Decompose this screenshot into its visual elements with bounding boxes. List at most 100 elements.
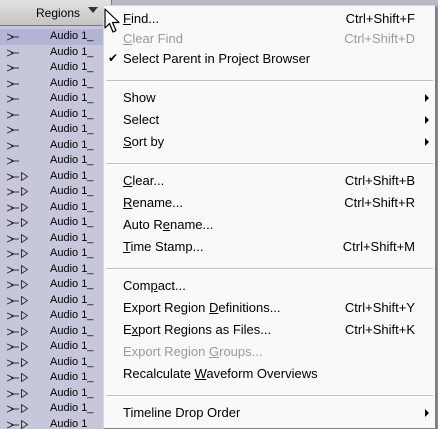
region-row-label: Audio 1_ [50,371,94,383]
expand-triangle-icon[interactable] [21,187,28,196]
region-row-label: Audio 1_ [50,340,94,352]
region-row-label: Audio 1_ [50,402,94,414]
region-row-label: Audio 1_ [50,45,94,58]
checkmark-icon: ✔ [108,51,119,65]
expand-triangle-icon[interactable] [21,326,28,336]
audio-region-icon [7,235,19,242]
expand-triangle-icon[interactable] [21,218,28,227]
region-row-label: Audio 1_ [50,61,94,73]
expand-triangle-icon[interactable] [21,280,28,289]
region-row[interactable]: Audio 1_ [0,45,112,61]
region-row[interactable]: Audio 1_ [0,308,112,324]
menu-item-shortcut: Ctrl+Shift+F [345,11,415,26]
region-row[interactable]: Audio 1_ [0,76,112,92]
audio-region-icon [7,173,19,180]
expand-triangle-icon[interactable] [21,233,28,243]
audio-region-icon [7,343,19,351]
region-row-label: Audio 1 [50,417,88,429]
menu-item-clear-find: Clear Find Ctrl+Shift+D [104,29,435,49]
region-row[interactable]: Audio 1_ [0,107,112,123]
region-row[interactable]: Audio 1_ [0,60,112,76]
region-row[interactable]: Audio 1_ [0,122,112,138]
menu-item-label: Rename... [123,195,183,210]
audio-region-icon [7,281,19,289]
menu-item-clear[interactable]: Clear... Ctrl+Shift+B [104,171,435,191]
menu-item-time-stamp[interactable]: Time Stamp... Ctrl+Shift+M [104,237,435,257]
region-row[interactable]: Audio 1_ [0,138,112,154]
expand-triangle-icon[interactable] [21,419,28,429]
region-row[interactable]: Audio 1_ [0,91,112,107]
menu-item-rename[interactable]: Rename... Ctrl+Shift+R [104,193,435,213]
menu-separator [106,80,433,82]
menu-item-recalculate-waveform[interactable]: Recalculate Waveform Overviews [104,364,435,384]
expand-triangle-icon[interactable] [21,202,28,212]
audio-region-icon [7,297,19,304]
expand-triangle-icon[interactable] [21,264,28,274]
menu-item-auto-rename[interactable]: Auto Rename... [104,215,435,235]
menu-item-label: Clear... [123,173,165,188]
region-row[interactable]: Audio 1_ [0,293,112,309]
region-row[interactable]: Audio 1_ [0,29,112,45]
dropdown-arrow-icon[interactable] [88,7,98,13]
submenu-arrow-icon [425,94,429,102]
region-row[interactable]: Audio 1_ [0,324,112,340]
region-row[interactable]: Audio 1_ [0,153,112,169]
submenu-arrow-icon [425,409,429,417]
region-row-label: Audio 1_ [50,293,94,306]
region-row[interactable]: Audio 1_ [0,386,112,402]
audio-region-icon [7,374,19,382]
audio-region-icon [7,64,19,72]
region-row[interactable]: Audio 1_ [0,184,112,200]
expand-triangle-icon[interactable] [21,388,28,398]
expand-triangle-icon[interactable] [21,295,28,305]
region-row[interactable]: Audio 1_ [0,169,112,185]
menu-item-timeline-drop-order[interactable]: Timeline Drop Order [104,403,435,423]
expand-triangle-icon[interactable] [21,373,28,382]
region-row[interactable]: Audio 1_ [0,277,112,293]
menu-item-export-region-definitions[interactable]: Export Region Definitions... Ctrl+Shift+… [104,298,435,318]
menu-item-shortcut: Ctrl+Shift+R [344,195,415,210]
menu-item-label: Select Parent in Project Browser [123,51,311,66]
menu-item-select[interactable]: Select [104,110,435,130]
audio-region-icon [7,33,19,41]
region-row-label: Audio 1_ [50,30,94,42]
menu-item-find[interactable]: Find... Ctrl+Shift+F [104,9,435,29]
region-row[interactable]: Audio 1_ [0,355,112,371]
expand-triangle-icon[interactable] [21,171,28,181]
regions-context-menu: Find... Ctrl+Shift+F Clear Find Ctrl+Shi… [103,5,436,429]
menu-item-compact[interactable]: Compact... [104,276,435,296]
menu-item-label: Compact... [123,278,186,293]
region-row[interactable]: Audio 1_ [0,231,112,247]
regions-column-header[interactable]: Regions [0,0,112,26]
menu-item-show[interactable]: Show [104,88,435,108]
expand-triangle-icon[interactable] [21,357,28,367]
expand-triangle-icon[interactable] [21,311,28,320]
menu-item-select-parent[interactable]: ✔ Select Parent in Project Browser [104,49,435,69]
region-row[interactable]: Audio 1_ [0,401,112,417]
menu-item-sort-by[interactable]: Sort by [104,132,435,152]
region-row-label: Audio 1_ [50,154,94,166]
region-row-label: Audio 1_ [50,324,94,337]
expand-triangle-icon[interactable] [21,404,28,413]
audio-region-icon [7,312,19,320]
region-row[interactable]: Audio 1_ [0,246,112,262]
region-row-label: Audio 1_ [50,107,94,120]
expand-triangle-icon[interactable] [21,342,28,351]
region-row[interactable]: Audio 1_ [0,200,112,216]
menu-item-shortcut: Ctrl+Shift+M [342,239,415,254]
submenu-arrow-icon [425,138,429,146]
menu-separator [106,395,433,397]
expand-triangle-icon[interactable] [21,249,28,258]
audio-region-icon [7,250,19,258]
menu-item-export-regions-as-files[interactable]: Export Regions as Files... Ctrl+Shift+K [104,320,435,340]
audio-region-icon [7,421,19,428]
regions-list: Regions Audio 1_ Audio 1_ Audio 1_ Audio 1_… [0,0,112,429]
menu-item-shortcut: Ctrl+Shift+K [344,322,415,337]
region-row[interactable]: Audio 1_ [0,215,112,231]
menu-item-label: Export Region Groups... [123,344,263,359]
region-row[interactable]: Audio 1_ [0,339,112,355]
region-row[interactable]: Audio 1_ [0,370,112,386]
region-row[interactable]: Audio 1_ [0,262,112,278]
region-row[interactable]: Audio 1 [0,417,112,429]
menu-separator [106,268,433,270]
